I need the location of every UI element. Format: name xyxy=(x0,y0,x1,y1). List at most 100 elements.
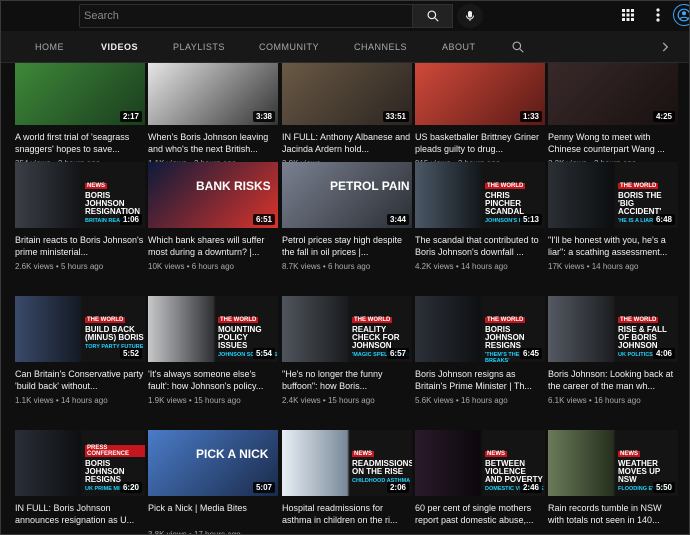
video-thumbnail[interactable]: THE WORLD MOUNTING POLICY ISSUES JOHNSON S… xyxy=(148,296,278,362)
video-title[interactable]: When's Boris Johnson leaving and who's t… xyxy=(148,131,278,155)
thumbnail-headline: READMISSIONS ON THE RISE xyxy=(352,459,412,476)
video-meta: 4.2K views • 14 hours ago xyxy=(415,261,545,272)
upload-age: 6 hours ago xyxy=(327,262,371,271)
search-input[interactable] xyxy=(80,5,412,27)
video-card[interactable]: THE WORLD BORIS THE 'BIG ACCIDENT' 'HE IS … xyxy=(548,162,678,272)
video-title[interactable]: Petrol prices stay high despite the fall… xyxy=(282,234,412,258)
video-thumbnail[interactable]: NEWS READMISSIONS ON THE RISE CHILDHOOD AS… xyxy=(282,430,412,496)
video-thumbnail[interactable]: NEWS BORIS JOHNSON RESIGNATION BRITAIN REA… xyxy=(15,162,145,228)
meta-separator: • xyxy=(584,262,592,271)
video-title[interactable]: Penny Wong to meet with Chinese counterp… xyxy=(548,131,678,155)
upload-age: 16 hours ago xyxy=(460,396,508,405)
video-thumbnail[interactable]: 2:17 xyxy=(15,63,145,125)
video-card[interactable]: THE WORLD CHRIS PINCHER SCANDAL JOHNSON'S … xyxy=(415,162,545,272)
video-card[interactable]: NEWS WEATHER MOVES UP NSW FLOODING EVENT 5:… xyxy=(548,430,678,526)
video-thumbnail[interactable]: 33:51 xyxy=(282,63,412,125)
video-card[interactable]: 4:25 Penny Wong to meet with Chinese coun… xyxy=(548,63,678,169)
search-icon[interactable] xyxy=(511,40,525,54)
apps-button[interactable] xyxy=(619,6,637,24)
duration-badge: 6:20 xyxy=(119,482,142,493)
video-card[interactable]: PRESS CONFERENCE BORIS JOHNSON RESIGNS UK … xyxy=(15,430,145,526)
view-count: 5.6K views xyxy=(415,396,454,405)
video-card[interactable]: PICK A NICK 5:07 Pick a Nick | Media Bites… xyxy=(148,430,278,534)
video-card[interactable]: NEWS BORIS JOHNSON RESIGNATION BRITAIN REA… xyxy=(15,162,145,272)
upload-age: 14 hours ago xyxy=(591,262,639,271)
thumbnail-headline: BETWEEN VIOLENCE AND POVERTY xyxy=(485,459,543,484)
video-card[interactable]: NEWS BETWEEN VIOLENCE AND POVERTY DOMESTIC… xyxy=(415,430,545,526)
thumbnail-headline: BORIS JOHNSON RESIGNS xyxy=(485,325,525,350)
account-icon xyxy=(677,8,689,22)
video-thumbnail[interactable]: PRESS CONFERENCE BORIS JOHNSON RESIGNS UK … xyxy=(15,430,145,496)
thumbnail-headline: BORIS THE 'BIG ACCIDENT' xyxy=(618,191,662,216)
video-thumbnail[interactable]: 4:25 xyxy=(548,63,678,125)
meta-separator: • xyxy=(53,262,61,271)
voice-search-button[interactable] xyxy=(457,4,483,28)
video-card[interactable]: THE WORLD REALITY CHECK FOR JOHNSON 'MAGIC… xyxy=(282,296,412,406)
tab-community[interactable]: COMMUNITY xyxy=(259,31,319,63)
view-count: 2.4K views xyxy=(282,396,321,405)
search-button[interactable] xyxy=(413,4,453,28)
video-title[interactable]: "I'll be honest with you, he's a liar": … xyxy=(548,234,678,258)
video-title[interactable]: Boris Johnson resigns as Britain's Prime… xyxy=(415,368,545,392)
duration-badge: 6:57 xyxy=(386,348,409,359)
video-card[interactable]: BANK RISKS 6:51 Which bank shares will suf… xyxy=(148,162,278,272)
video-title[interactable]: Which bank shares will suffer most durin… xyxy=(148,234,278,258)
thumbnail-source-label: THE WORLD xyxy=(618,317,659,323)
video-card[interactable]: 1:33 US basketballer Brittney Griner plea… xyxy=(415,63,545,169)
video-thumbnail[interactable]: NEWS WEATHER MOVES UP NSW FLOODING EVENT 5:… xyxy=(548,430,678,496)
video-thumbnail[interactable]: THE WORLD RISE & FALL OF BORIS JOHNSON UK … xyxy=(548,296,678,362)
tab-videos[interactable]: VIDEOS xyxy=(101,31,138,63)
video-title[interactable]: Hospital readmissions for asthma in chil… xyxy=(282,502,412,526)
tab-channels[interactable]: CHANNELS xyxy=(354,31,407,63)
video-thumbnail[interactable]: THE WORLD BORIS JOHNSON RESIGNS 'THEM'S TH… xyxy=(415,296,545,362)
video-title[interactable]: Britain reacts to Boris Johnson's prime … xyxy=(15,234,145,258)
video-card[interactable]: THE WORLD RISE & FALL OF BORIS JOHNSON UK … xyxy=(548,296,678,406)
apps-grid-icon xyxy=(622,9,634,21)
video-title[interactable]: Boris Johnson: Looking back at the caree… xyxy=(548,368,678,392)
video-thumbnail[interactable]: THE WORLD CHRIS PINCHER SCANDAL JOHNSON'S … xyxy=(415,162,545,228)
video-title[interactable]: Rain records tumble in NSW with totals n… xyxy=(548,502,678,526)
video-thumbnail[interactable]: BANK RISKS 6:51 xyxy=(148,162,278,228)
video-meta: 2.4K views • 15 hours ago xyxy=(282,395,412,406)
video-title[interactable]: 60 per cent of single mothers report pas… xyxy=(415,502,545,526)
duration-badge: 33:51 xyxy=(382,111,409,122)
search-box[interactable] xyxy=(79,4,413,28)
video-thumbnail[interactable]: THE WORLD BORIS THE 'BIG ACCIDENT' 'HE IS … xyxy=(548,162,678,228)
thumbnail-source-label: NEWS xyxy=(485,451,507,457)
thumbnail-caption: PETROL PAIN xyxy=(330,180,410,192)
tab-playlists[interactable]: PLAYLISTS xyxy=(173,31,225,63)
duration-badge: 4:25 xyxy=(652,111,675,122)
video-card[interactable]: 3:38 When's Boris Johnson leaving and who… xyxy=(148,63,278,169)
video-card[interactable]: THE WORLD MOUNTING POLICY ISSUES JOHNSON S… xyxy=(148,296,278,406)
video-card[interactable]: PETROL PAIN 3:44 Petrol prices stay high d… xyxy=(282,162,412,272)
video-thumbnail[interactable]: 3:38 xyxy=(148,63,278,125)
video-thumbnail[interactable]: THE WORLD REALITY CHECK FOR JOHNSON 'MAGIC… xyxy=(282,296,412,362)
video-title[interactable]: The scandal that contributed to Boris Jo… xyxy=(415,234,545,258)
more-vert-icon xyxy=(656,8,660,22)
video-thumbnail[interactable]: THE WORLD BUILD BACK (MINUS) BORIS TORY PA… xyxy=(15,296,145,362)
video-thumbnail[interactable]: PICK A NICK 5:07 xyxy=(148,430,278,496)
video-title[interactable]: Pick a Nick | Media Bites xyxy=(148,502,278,526)
chevron-right-icon[interactable] xyxy=(658,40,672,54)
video-card[interactable]: 2:17 A world first trial of 'seagrass sna… xyxy=(15,63,145,169)
tab-about[interactable]: ABOUT xyxy=(442,31,476,63)
video-title[interactable]: US basketballer Brittney Griner pleads g… xyxy=(415,131,545,155)
video-card[interactable]: THE WORLD BUILD BACK (MINUS) BORIS TORY PA… xyxy=(15,296,145,406)
video-title[interactable]: A world first trial of 'seagrass snagger… xyxy=(15,131,145,155)
video-title[interactable]: IN FULL: Boris Johnson announces resigna… xyxy=(15,502,145,526)
video-title[interactable]: IN FULL: Anthony Albanese and Jacinda Ar… xyxy=(282,131,412,155)
video-thumbnail[interactable]: PETROL PAIN 3:44 xyxy=(282,162,412,228)
account-button[interactable] xyxy=(673,4,689,26)
duration-badge: 2:06 xyxy=(386,482,409,493)
thumbnail-headline: MOUNTING POLICY ISSUES xyxy=(218,325,262,350)
more-options-button[interactable] xyxy=(649,6,667,24)
video-thumbnail[interactable]: NEWS BETWEEN VIOLENCE AND POVERTY DOMESTIC… xyxy=(415,430,545,496)
video-thumbnail[interactable]: 1:33 xyxy=(415,63,545,125)
video-meta: 5.6K views • 16 hours ago xyxy=(415,395,545,406)
video-title[interactable]: Can Britain's Conservative party 'build … xyxy=(15,368,145,392)
tab-home[interactable]: HOME xyxy=(35,31,64,63)
video-title[interactable]: "He's no longer the funny buffoon": how … xyxy=(282,368,412,392)
video-title[interactable]: 'It's always someone else's fault': how … xyxy=(148,368,278,392)
video-card[interactable]: THE WORLD BORIS JOHNSON RESIGNS 'THEM'S TH… xyxy=(415,296,545,406)
video-card[interactable]: NEWS READMISSIONS ON THE RISE CHILDHOOD AS… xyxy=(282,430,412,526)
